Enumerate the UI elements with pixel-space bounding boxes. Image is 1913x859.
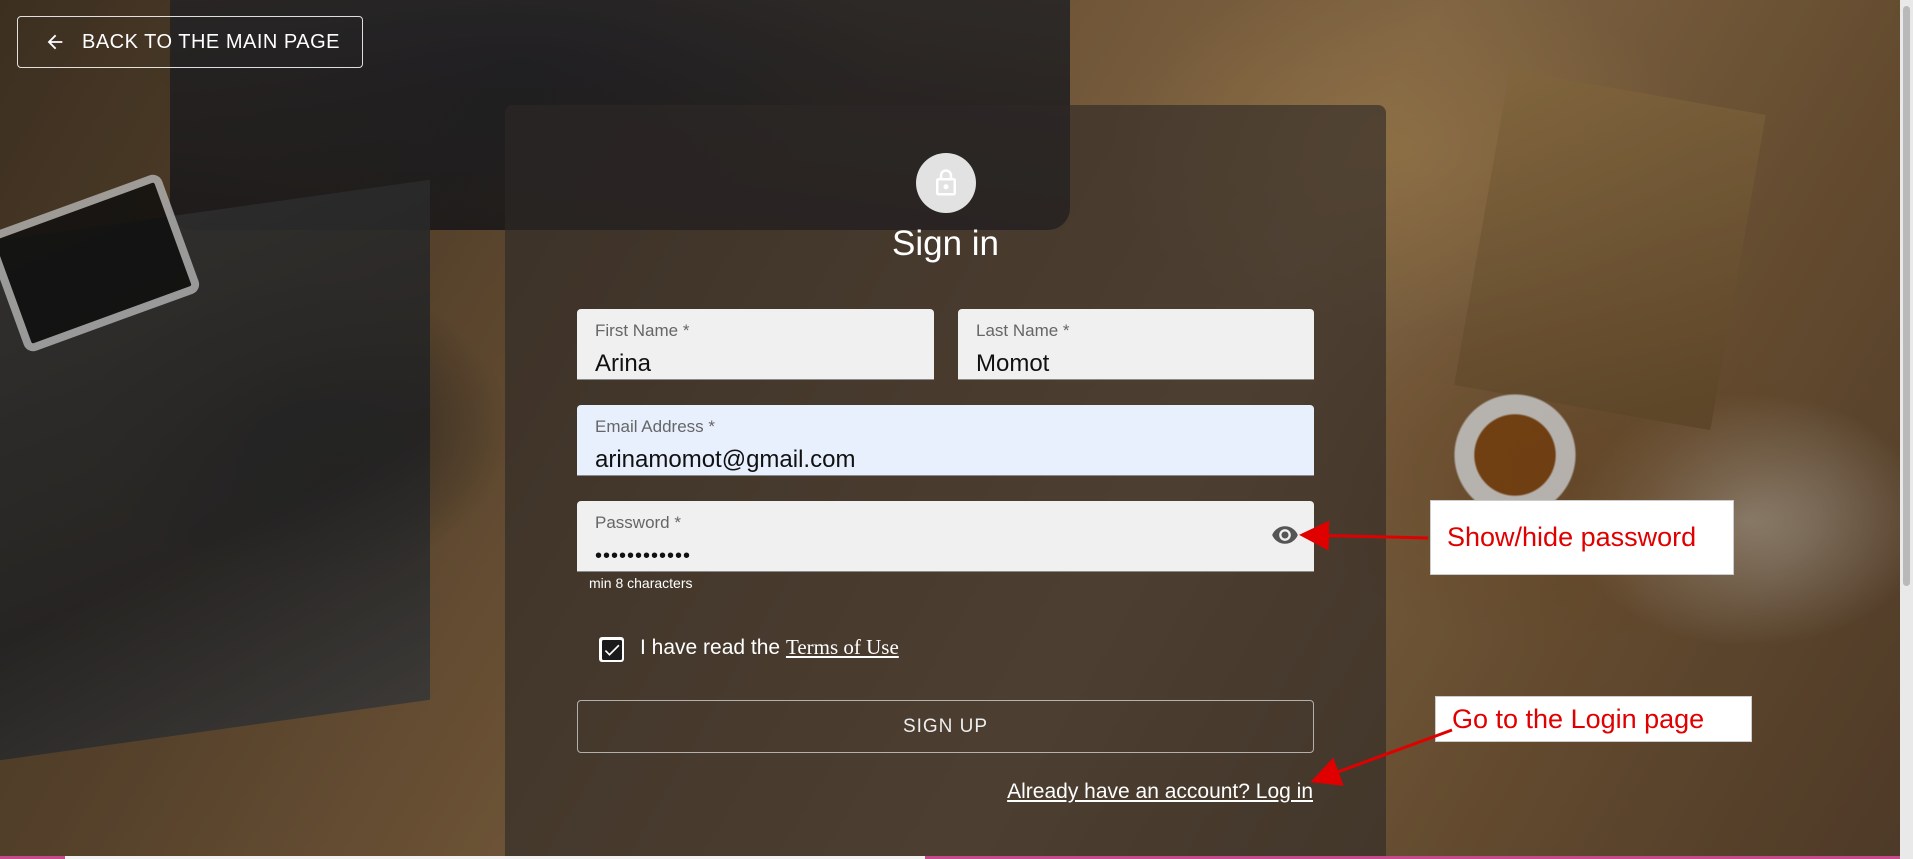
lock-avatar: [916, 153, 976, 213]
first-name-value: Arina: [595, 350, 652, 377]
vertical-scrollbar[interactable]: [1900, 0, 1913, 859]
password-helper-text: min 8 characters: [589, 575, 693, 591]
lock-icon: [936, 169, 956, 196]
first-name-label: First Name *: [595, 321, 690, 340]
password-label: Password *: [595, 513, 681, 532]
terms-checkbox[interactable]: [599, 637, 624, 662]
terms-label: I have read the Terms of Use: [640, 635, 899, 660]
page-title: Sign in: [891, 224, 1000, 263]
annotation-go-to-login: Go to the Login page: [1435, 696, 1752, 742]
eye-icon[interactable]: [1268, 521, 1302, 549]
back-to-main-label: BACK TO THE MAIN PAGE: [82, 30, 340, 53]
last-name-label: Last Name *: [976, 321, 1070, 340]
arrow-left-icon: [47, 34, 63, 50]
email-label: Email Address *: [595, 417, 715, 436]
first-name-field[interactable]: First Name * Arina: [577, 309, 934, 380]
email-value: arinamomot@gmail.com: [595, 446, 856, 473]
back-to-main-button[interactable]: BACK TO THE MAIN PAGE: [17, 16, 363, 68]
password-value: ••••••••••••: [595, 545, 692, 567]
checkmark-icon: [601, 639, 622, 660]
scrollbar-thumb[interactable]: [1903, 6, 1910, 586]
last-name-field[interactable]: Last Name * Momot: [958, 309, 1314, 380]
email-field[interactable]: Email Address * arinamomot@gmail.com: [577, 405, 1314, 476]
annotation-show-hide-password: Show/hide password: [1430, 500, 1734, 575]
sign-up-button[interactable]: SIGN UP: [577, 700, 1314, 753]
last-name-value: Momot: [976, 350, 1050, 377]
login-link[interactable]: Already have an account? Log in: [1007, 780, 1313, 804]
terms-text: I have read the: [640, 636, 781, 659]
terms-of-use-link[interactable]: Terms of Use: [786, 635, 899, 659]
password-field[interactable]: Password * ••••••••••••: [577, 501, 1314, 572]
